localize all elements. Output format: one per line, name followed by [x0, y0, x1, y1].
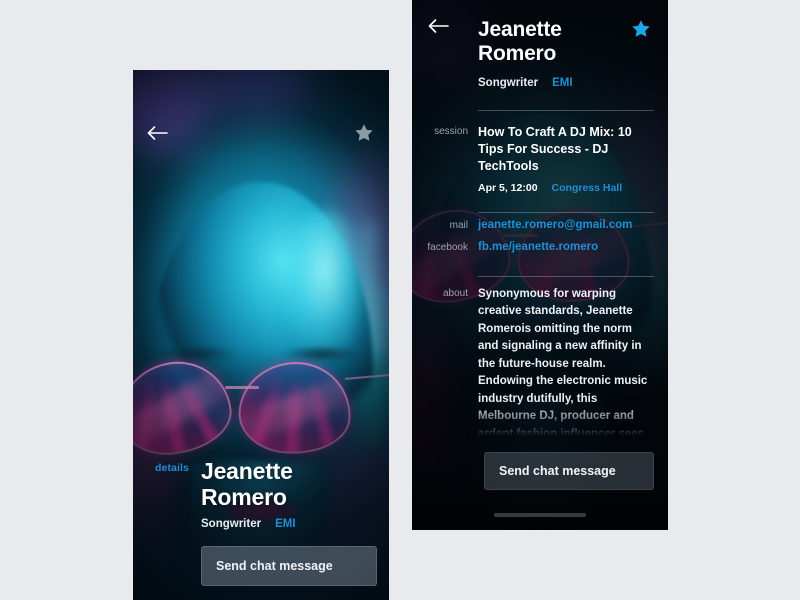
send-chat-message-button[interactable]: Send chat message: [201, 546, 377, 586]
divider: [478, 110, 654, 111]
session-meta: Apr 5, 12:00 Congress Hall: [478, 182, 654, 194]
left-card-topbar: [133, 118, 389, 148]
session-title[interactable]: How To Craft A DJ Mix: 10 Tips For Succe…: [478, 124, 654, 174]
left-card-meta: details Jeanette Romero Songwriter EMI: [133, 458, 389, 530]
facebook-profile-link[interactable]: fb.me/jeanette.romero: [478, 241, 654, 253]
session-row: session How To Craft A DJ Mix: 10 Tips F…: [426, 124, 654, 194]
profile-name-line-1: Jeanette: [478, 18, 562, 41]
about-row-key: about: [442, 288, 468, 299]
details-label: details: [155, 461, 189, 474]
mail-address-link[interactable]: jeanette.romero@gmail.com: [478, 219, 654, 231]
profile-name-line-1: Jeanette: [201, 457, 293, 484]
about-text: Synonymous for warping creative standard…: [478, 288, 648, 436]
facebook-row: facebook fb.me/jeanette.romero: [426, 241, 654, 253]
home-indicator: [494, 513, 586, 517]
profile-role-row: Songwriter EMI: [201, 518, 371, 530]
profile-role: Songwriter: [478, 77, 539, 90]
profile-name-line-2: Romero: [201, 483, 287, 510]
profile-role: Songwriter: [201, 518, 262, 530]
profile-name: Jeanette Romero Songwriter EMI: [201, 458, 371, 530]
mail-row: mail jeanette.romero@gmail.com: [426, 219, 654, 231]
session-row-value: How To Craft A DJ Mix: 10 Tips For Succe…: [478, 124, 654, 194]
session-date: Apr 5, 12:00: [478, 182, 538, 195]
mail-row-key: mail: [449, 220, 468, 231]
session-row-key: session: [434, 126, 468, 137]
star-icon[interactable]: [353, 122, 375, 144]
divider: [478, 276, 654, 277]
back-arrow-icon[interactable]: [428, 18, 450, 34]
divider: [478, 212, 654, 213]
back-arrow-icon[interactable]: [147, 125, 169, 141]
about-row: about Synonymous for warping creative st…: [426, 286, 654, 436]
facebook-row-key: facebook: [427, 242, 468, 253]
send-chat-message-button[interactable]: Send chat message: [484, 452, 654, 490]
session-venue[interactable]: Congress Hall: [552, 182, 623, 194]
profile-label[interactable]: EMI: [552, 77, 572, 89]
profile-role-row: Songwriter EMI: [478, 77, 650, 89]
profile-name-line-2: Romero: [478, 41, 557, 65]
profile-label[interactable]: EMI: [275, 518, 295, 530]
profile-details-card: Jeanette Romero Songwriter EMI session H…: [412, 0, 668, 530]
details-header: Jeanette Romero Songwriter EMI: [478, 18, 650, 89]
profile-photo-card: details Jeanette Romero Songwriter EMI S…: [133, 70, 389, 600]
